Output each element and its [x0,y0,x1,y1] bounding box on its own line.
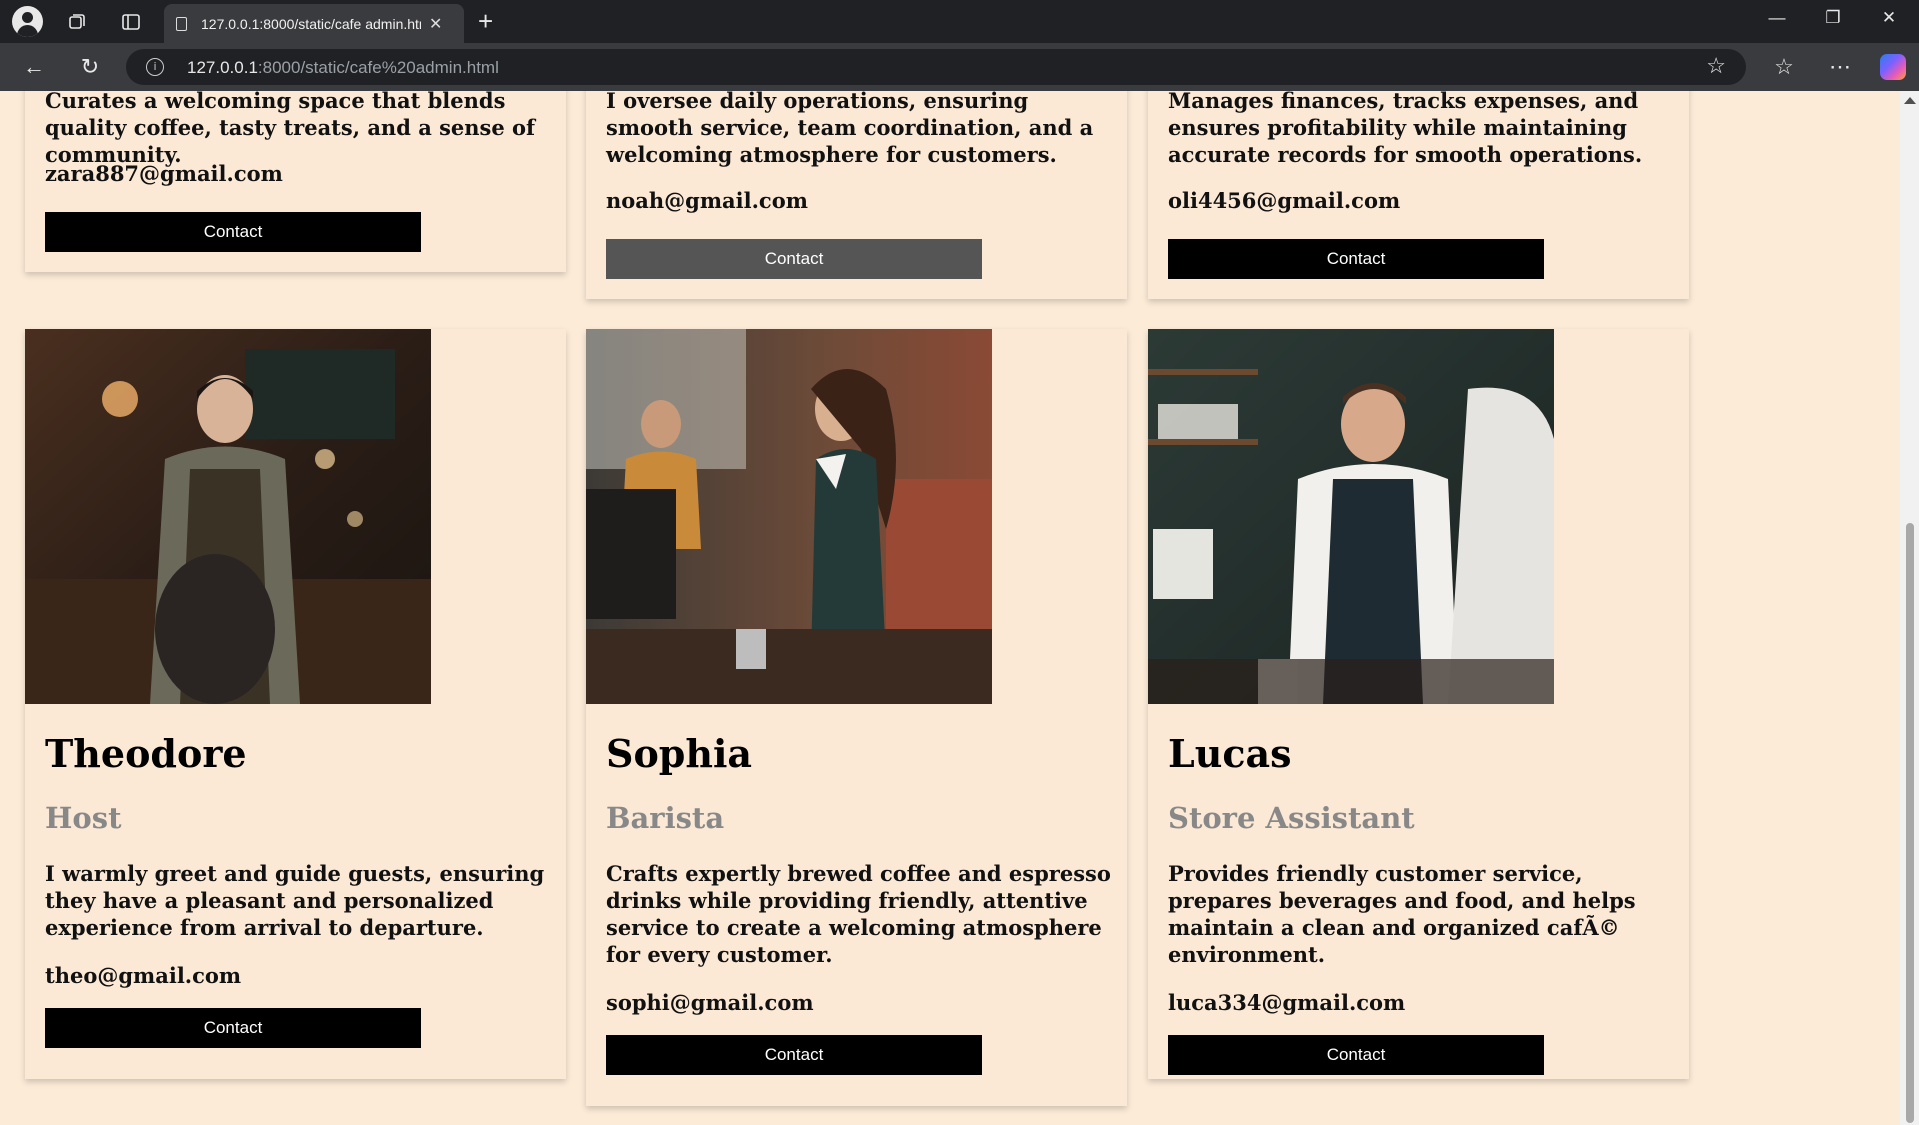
staff-card: I oversee daily operations, ensuring smo… [586,91,1127,299]
reload-icon[interactable]: ↻ [76,53,104,81]
browser-toolbar: ← ↻ i 127.0.0.1:8000/static/cafe%20admin… [0,43,1919,91]
url-text[interactable]: 127.0.0.1:8000/static/cafe%20admin.html [187,58,499,78]
contact-button[interactable]: Contact [45,212,421,252]
tab-active[interactable]: 127.0.0.1:8000/static/cafe admin.html ✕ [164,4,464,43]
site-info-icon[interactable]: i [146,58,164,76]
favorite-star-icon[interactable]: ☆ [1706,53,1726,79]
minimize-icon[interactable]: — [1762,8,1792,28]
more-menu-icon[interactable]: ⋯ [1826,53,1854,81]
staff-photo [25,329,431,704]
contact-button[interactable]: Contact [606,239,982,279]
tab-title: 127.0.0.1:8000/static/cafe admin.html [201,15,421,32]
staff-email: sophi@gmail.com [606,990,814,1015]
staff-name: Sophia [606,731,753,776]
browser-tab-bar: 127.0.0.1:8000/static/cafe admin.html ✕ … [0,0,1919,43]
staff-card: Sophia Barista Crafts expertly brewed co… [586,329,1127,1106]
staff-description: I warmly greet and guide guests, ensurin… [45,861,545,940]
page-icon [176,16,187,31]
scrollbar-thumb[interactable] [1906,523,1914,1123]
staff-role: Store Assistant [1168,801,1415,835]
staff-email: zara887@gmail.com [45,161,283,186]
copilot-icon[interactable] [1880,54,1906,80]
staff-description: Provides friendly customer service, prep… [1168,861,1636,967]
scroll-up-icon[interactable] [1904,97,1916,104]
staff-card: Curates a welcoming space that blends qu… [25,91,566,272]
close-tab-icon[interactable]: ✕ [429,14,442,34]
back-icon[interactable]: ← [20,53,48,81]
profile-icon[interactable] [12,6,43,37]
staff-description: Curates a welcoming space that blends qu… [45,91,536,167]
staff-name: Theodore [45,731,247,776]
address-bar[interactable]: i 127.0.0.1:8000/static/cafe%20admin.htm… [126,49,1746,85]
new-tab-icon[interactable]: + [478,6,493,36]
staff-description: I oversee daily operations, ensuring smo… [606,91,1094,167]
staff-card: Lucas Store Assistant Provides friendly … [1148,329,1689,1079]
vertical-tabs-icon[interactable] [116,7,146,37]
contact-button[interactable]: Contact [45,1008,421,1048]
staff-email: luca334@gmail.com [1168,990,1406,1015]
restore-icon[interactable]: ❐ [1818,8,1848,28]
staff-description: Manages finances, tracks expenses, and e… [1168,91,1643,167]
contact-button[interactable]: Contact [606,1035,982,1075]
staff-photo [1148,329,1554,704]
staff-name: Lucas [1168,731,1292,776]
staff-email: theo@gmail.com [45,963,242,988]
staff-card: Manages finances, tracks expenses, and e… [1148,91,1689,299]
staff-description: Crafts expertly brewed coffee and espres… [606,861,1111,967]
contact-button[interactable]: Contact [1168,1035,1544,1075]
staff-card: Theodore Host I warmly greet and guide g… [25,329,566,1079]
page-content: Curates a welcoming space that blends qu… [0,91,1900,1125]
staff-role: Barista [606,801,725,835]
close-window-icon[interactable]: ✕ [1874,8,1904,28]
staff-role: Host [45,801,122,835]
staff-photo [586,329,992,704]
contact-button[interactable]: Contact [1168,239,1544,279]
staff-email: oli4456@gmail.com [1168,188,1401,213]
staff-email: noah@gmail.com [606,188,808,213]
favorites-icon[interactable]: ☆ [1770,53,1798,81]
workspaces-icon[interactable] [62,7,92,37]
